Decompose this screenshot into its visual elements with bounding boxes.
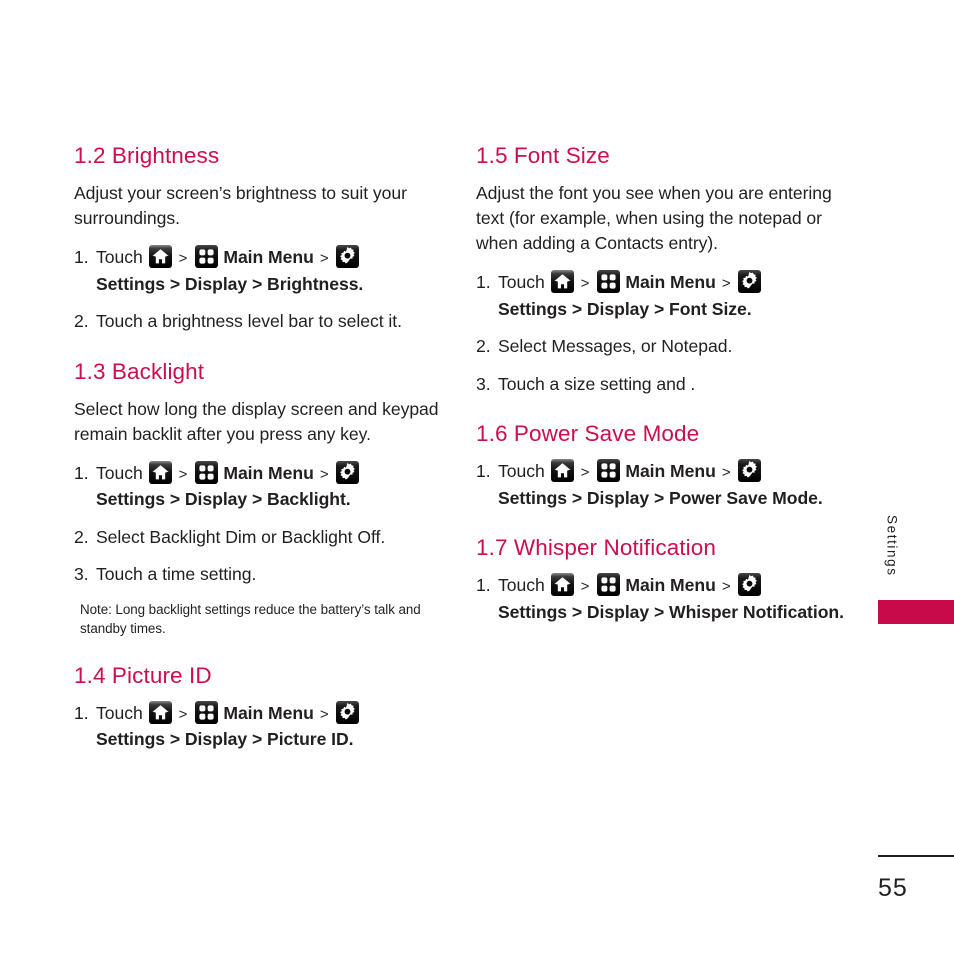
step-item: 1. Touch > Main Menu > Settings > Display… [74, 700, 446, 753]
step-text: Touch a time setting. [96, 564, 257, 585]
step-number: 1. [74, 247, 89, 268]
section-intro: Adjust the font you see when you are ent… [476, 183, 832, 254]
main-menu-label: Main Menu [223, 702, 314, 723]
step-item: 1. Touch > Main Menu > Settings > Display… [74, 460, 446, 513]
step-item: 1. Touch > Main Menu > Settings > Display… [476, 459, 848, 511]
main-menu-label: Main Menu [625, 272, 716, 293]
settings-gear-icon [335, 245, 359, 269]
step-lead-text: Touch [498, 461, 550, 482]
home-icon [550, 573, 574, 597]
path-separator: > [717, 275, 735, 293]
path-separator: > [717, 464, 735, 482]
step-item: 1. Touch > Main Menu > Settings > Display… [476, 573, 848, 625]
main-menu-label: Main Menu [223, 462, 314, 483]
step-text: Select Backlight Dim or Backlight Off. [96, 526, 386, 547]
section-note: Note: Long backlight settings reduce the… [80, 601, 421, 637]
path-separator: > [576, 464, 594, 482]
step-lead-text: Touch [96, 247, 148, 268]
step-number: 1. [74, 702, 89, 723]
step-item: 1. Touch > Main Menu > Settings > Display… [74, 245, 446, 297]
step-item: 3. Touch a time setting. [74, 562, 446, 588]
step-item: 2. Select Messages, or Notepad. [476, 334, 848, 360]
left-column: 1.2 Brightness Adjust your screen’s brigh… [74, 143, 446, 765]
step-item: 2. Touch a brightness level bar to select… [74, 309, 446, 335]
path-separator: > [576, 578, 594, 596]
path-separator: > [315, 705, 333, 723]
step-number: 2. [74, 526, 89, 547]
step-number: 2. [74, 311, 89, 332]
step-number: 1. [476, 575, 491, 596]
home-icon [550, 270, 574, 294]
menu-path: Settings > Display > Power Save Mode. [498, 487, 823, 508]
section-heading: 1.5 Font Size [476, 143, 610, 168]
step-text: Touch a size setting and . [498, 373, 696, 394]
path-separator: > [315, 465, 333, 483]
main-menu-grid-icon [194, 460, 218, 484]
settings-gear-icon [737, 573, 761, 597]
home-icon [148, 700, 172, 724]
section-heading: 1.3 Backlight [74, 358, 205, 384]
section-heading: 1.4 Picture ID [74, 662, 212, 688]
path-separator: > [315, 250, 333, 268]
step-item: 2. Select Backlight Dim or Backlight Off. [74, 525, 446, 551]
side-tab-accent-bar [878, 600, 954, 624]
main-menu-label: Main Menu [625, 461, 716, 482]
right-column: 1.5 Font Size Adjust the font you see whe… [476, 143, 848, 637]
step-number: 1. [476, 272, 491, 293]
menu-path: Settings > Display > Brightness. [96, 273, 364, 294]
step-item: 3. Touch a size setting and . [476, 372, 848, 398]
path-separator: > [174, 465, 192, 483]
step-lead-text: Touch [498, 272, 550, 293]
step-number: 3. [74, 564, 89, 585]
home-icon [148, 245, 172, 269]
manual-page: 1.2 Brightness Adjust your screen’s brigh… [0, 0, 954, 954]
settings-gear-icon [335, 700, 359, 724]
path-separator: > [576, 275, 594, 293]
step-lead-text: Touch [96, 462, 148, 483]
section-intro: Adjust your screen’s brightness to suit … [74, 183, 407, 229]
main-menu-grid-icon [596, 270, 620, 294]
section-heading: 1.6 Power Save Mode [476, 421, 700, 447]
settings-gear-icon [335, 460, 359, 484]
step-item: 1. Touch > Main Menu > Settings > Display… [476, 270, 848, 322]
page-number: 55 [878, 874, 908, 902]
settings-gear-icon [737, 459, 761, 483]
menu-path: Settings > Display > Backlight. [96, 489, 351, 510]
step-number: 3. [476, 373, 491, 394]
menu-path: Settings > Display > Picture ID. [96, 729, 354, 750]
section-intro: Select how long the display screen and k… [74, 398, 439, 444]
main-menu-grid-icon [194, 700, 218, 724]
section-heading: 1.7 Whisper Notification [476, 535, 717, 561]
path-separator: > [717, 578, 735, 596]
settings-gear-icon [737, 270, 761, 294]
footer-rule [878, 855, 954, 857]
step-number: 1. [476, 461, 491, 482]
step-text: Select Messages, or Notepad. [498, 336, 733, 357]
step-lead-text: Touch [96, 702, 148, 723]
section-heading: 1.2 Brightness [74, 143, 220, 168]
main-menu-grid-icon [596, 573, 620, 597]
path-separator: > [174, 250, 192, 268]
menu-path: Settings > Display > Whisper Notificatio… [498, 601, 844, 622]
step-number: 1. [74, 462, 89, 483]
home-icon [148, 460, 172, 484]
step-lead-text: Touch [498, 575, 550, 596]
main-menu-label: Main Menu [625, 575, 716, 596]
side-tab-label: Settings [884, 515, 900, 577]
step-number: 2. [476, 336, 491, 357]
main-menu-grid-icon [194, 245, 218, 269]
path-separator: > [174, 705, 192, 723]
main-menu-label: Main Menu [223, 247, 314, 268]
main-menu-grid-icon [596, 459, 620, 483]
step-text: Touch a brightness level bar to select i… [96, 311, 402, 332]
home-icon [550, 459, 574, 483]
menu-path: Settings > Display > Font Size. [498, 298, 752, 319]
side-tab: Settings [877, 515, 907, 605]
